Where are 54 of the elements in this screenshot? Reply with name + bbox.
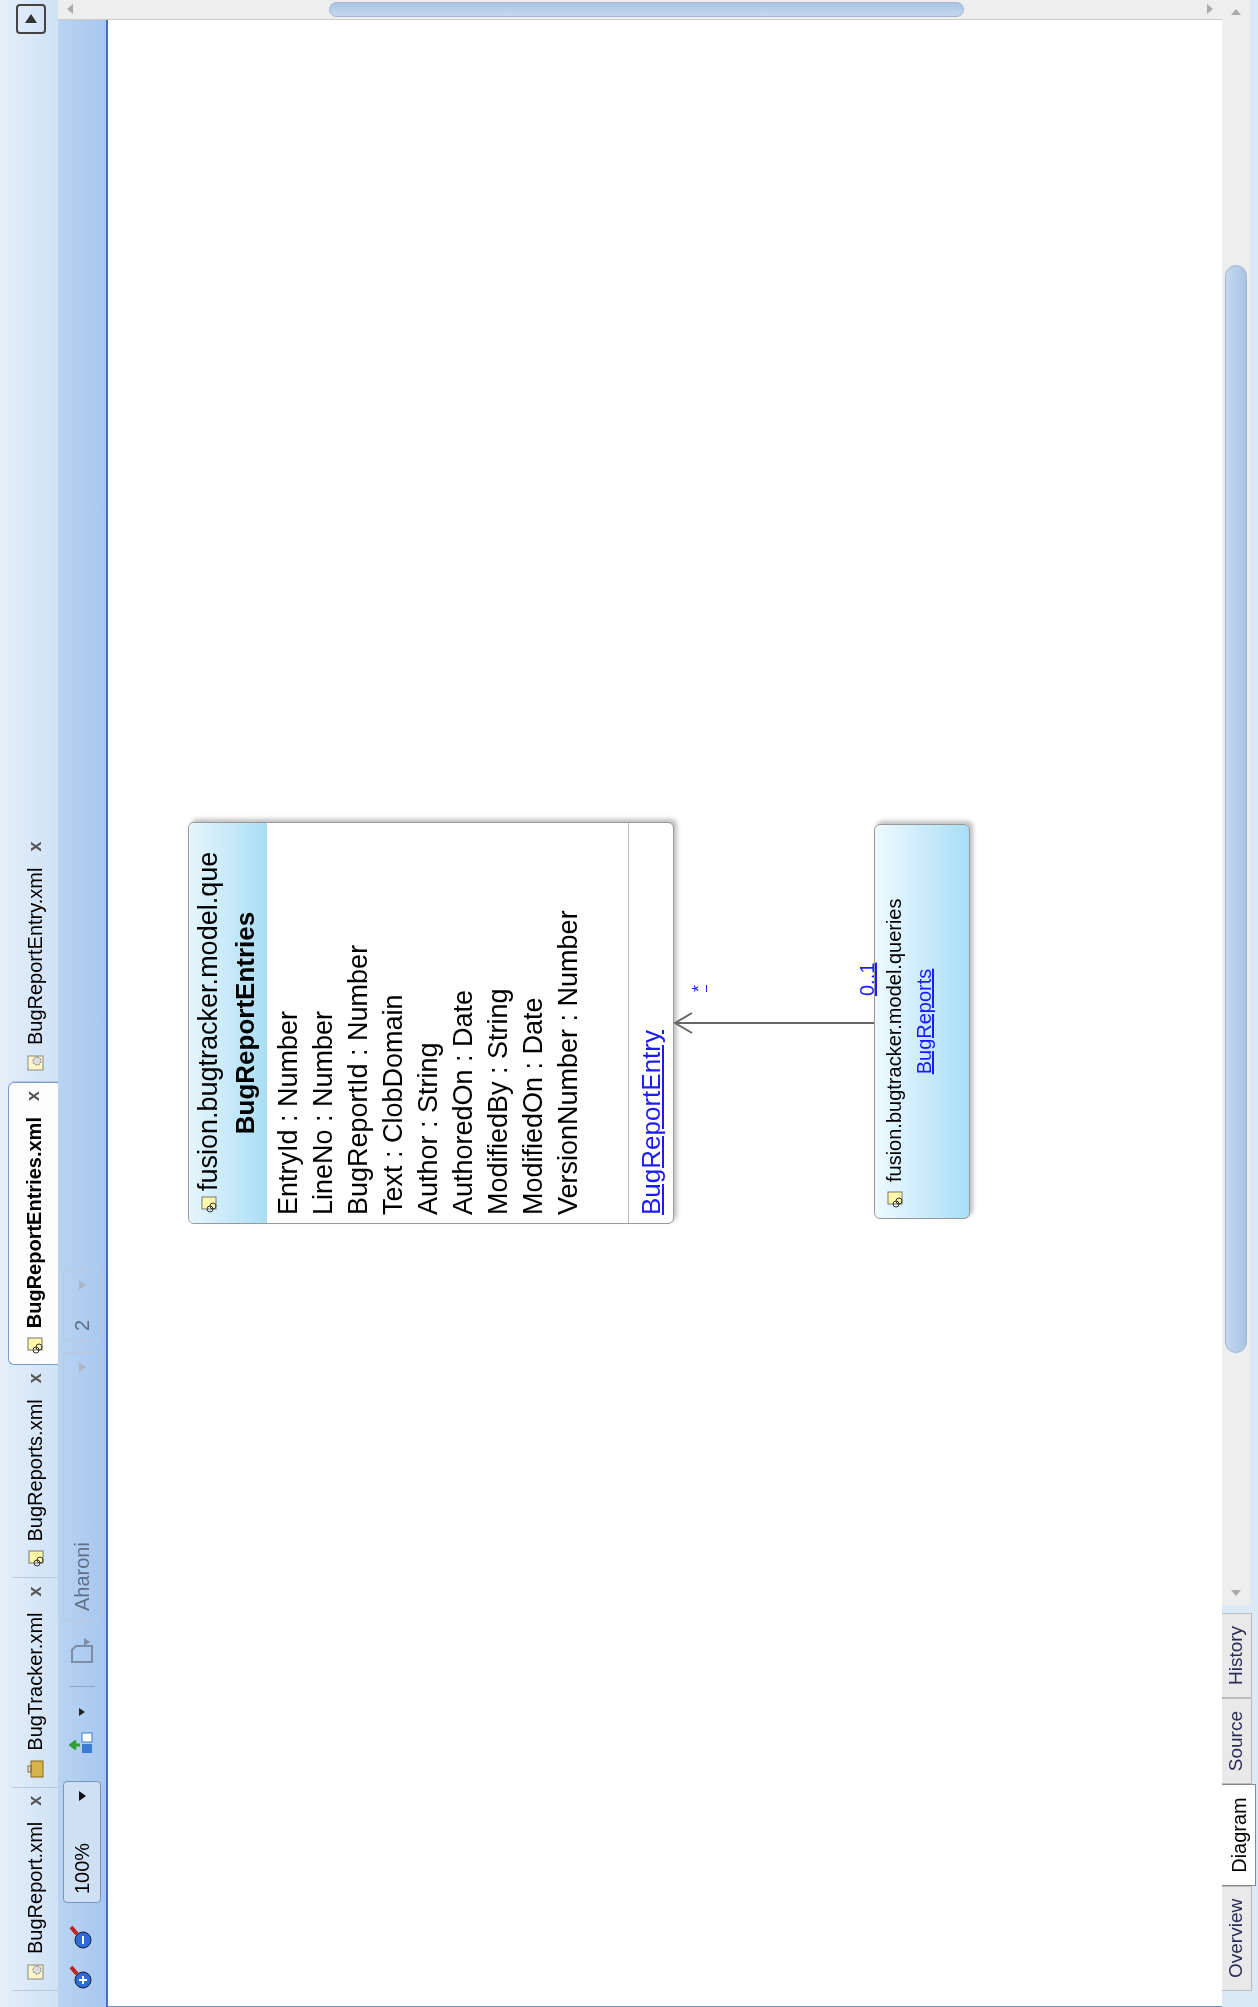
tab-label: BugReports.xml (23, 1399, 47, 1542)
diagram-file-icon (25, 1549, 45, 1570)
attribute-text: Text : ClobDomain (377, 993, 409, 1215)
view-tab[interactable]: History (1222, 1612, 1252, 1699)
caret-icon (76, 1790, 88, 1802)
caret-icon (76, 1279, 88, 1291)
attribute-text: EntryId : Number (272, 1009, 304, 1215)
close-icon[interactable]: x (21, 1373, 49, 1384)
accessor-link[interactable]: BugReportEntry (631, 1030, 671, 1215)
reference-node[interactable]: fusion.bugtracker.model.queries BugReports (874, 824, 970, 1219)
tab-label: BugReport.xml (23, 1821, 47, 1954)
scroll-down-icon[interactable] (1206, 4, 1214, 15)
play-icon (24, 13, 38, 25)
scrollbar-thumb[interactable] (1225, 264, 1247, 1353)
attribute-text: AuthoredOn : Date (447, 988, 479, 1215)
diagram-file-icon (198, 1195, 218, 1215)
package-name: fusion.bugtracker.model.que (192, 851, 224, 1191)
play-button[interactable] (16, 4, 46, 34)
zoom-dropdown[interactable]: 100% (63, 1781, 101, 1903)
view-tab[interactable]: Diagram (1222, 1784, 1256, 1886)
horizontal-scrollbar[interactable] (1222, 0, 1250, 1605)
package-name: fusion.bugtracker.model.queries (882, 898, 906, 1182)
scroll-up-icon[interactable] (66, 4, 74, 15)
briefcase-icon (25, 1758, 45, 1779)
vertical-scrollbar[interactable] (58, 0, 1222, 20)
scroll-right-icon[interactable] (1231, 8, 1241, 16)
close-icon[interactable]: x (20, 1091, 47, 1102)
attribute-text: VersionNumber : Number (552, 909, 584, 1215)
scroll-left-icon[interactable] (1231, 1588, 1241, 1597)
close-icon[interactable]: x (21, 1586, 49, 1597)
caret-icon (77, 1707, 87, 1717)
view-tab[interactable]: Overview (1222, 1885, 1252, 1991)
tab-label: BugReportEntries.xml (21, 1117, 46, 1329)
view-link[interactable]: BugReports (909, 968, 939, 1075)
gear-file-icon (25, 1962, 45, 1982)
diagram-file-icon (884, 1190, 904, 1210)
close-icon[interactable]: x (21, 1795, 49, 1806)
page-icon[interactable] (68, 1636, 96, 1666)
attribute-text: LineNo : Number (307, 1009, 339, 1215)
close-icon[interactable]: x (21, 841, 49, 852)
entity-node[interactable] (188, 822, 674, 1224)
caret-icon (76, 1361, 88, 1373)
attribute-text: ModifiedBy : String (482, 987, 514, 1215)
attribute-text: BugReportId : Number (342, 943, 374, 1215)
entity-name: BugReportEntries (229, 910, 261, 1137)
multiplicity-label: * (688, 985, 710, 992)
gear-file-icon (25, 1053, 45, 1074)
attribute-text: ModifiedOn : Date (517, 996, 549, 1215)
scrollbar-thumb[interactable] (329, 2, 964, 17)
tab-label: BugReportEntry.xml (23, 867, 47, 1046)
attribute-text: Author : String (412, 1041, 444, 1215)
view-tab[interactable]: Source (1222, 1698, 1252, 1785)
file-tab[interactable]: BugReportEntries.xml x (8, 1082, 58, 1366)
tab-label: BugTracker.xml (23, 1612, 47, 1751)
